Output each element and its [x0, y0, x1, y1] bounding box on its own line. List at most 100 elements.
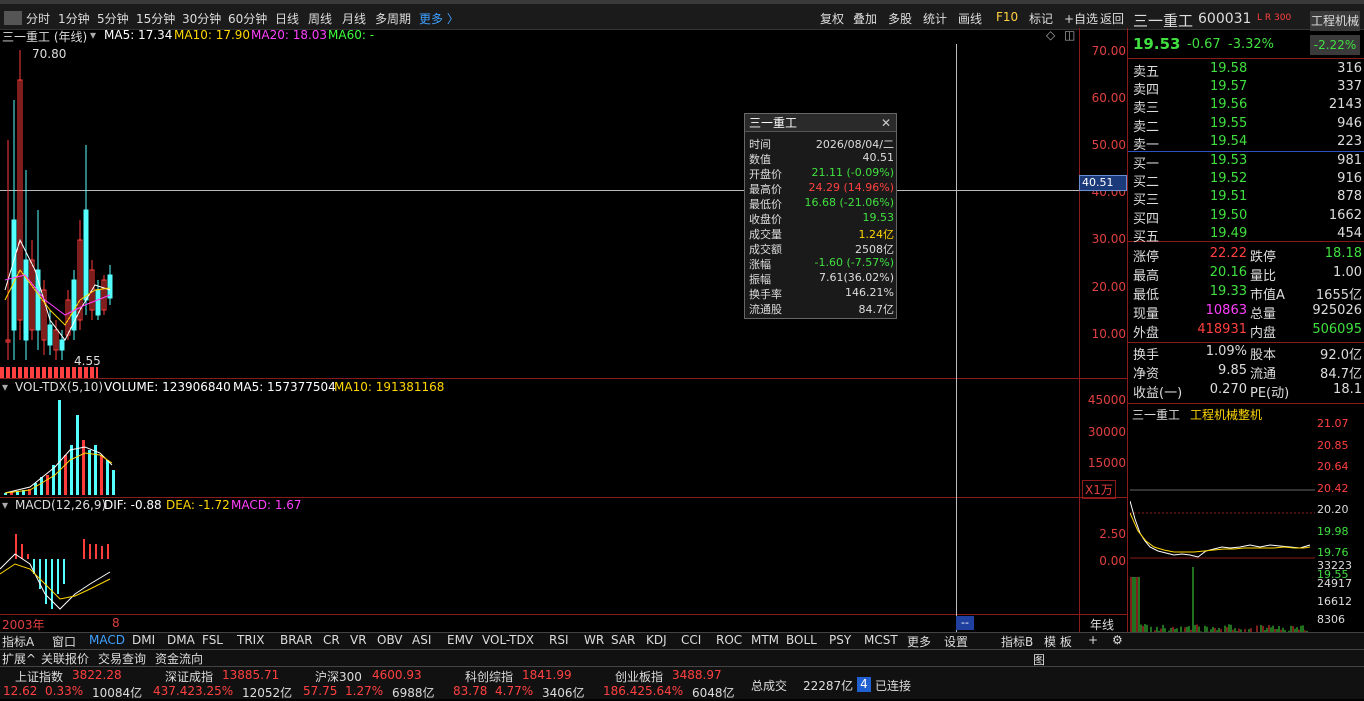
- period-tab[interactable]: 分时: [26, 10, 50, 27]
- indicator-tab[interactable]: CR: [323, 633, 340, 647]
- action-restore-rights[interactable]: 复权: [820, 10, 844, 27]
- action-stats[interactable]: 统计: [923, 10, 947, 27]
- vol-unit: X1万: [1082, 480, 1116, 499]
- period-tab[interactable]: 日线: [275, 10, 299, 27]
- indicator-tab[interactable]: OBV: [377, 633, 403, 647]
- tooltip-key: 流通股: [749, 301, 782, 317]
- indicator-tab[interactable]: DMI: [132, 633, 155, 647]
- indicator-tab[interactable]: CCI: [681, 633, 701, 647]
- bottom-tab[interactable]: 资金流向: [155, 650, 203, 667]
- intraday-mini-chart[interactable]: [1130, 423, 1315, 638]
- order-level-label: 卖一: [1133, 134, 1159, 153]
- candlestick-plot: [0, 40, 130, 380]
- stock-tag: L R 300: [1257, 13, 1291, 23]
- indicator-tab[interactable]: BOLL: [786, 633, 817, 647]
- mini-chart-sector[interactable]: 工程机械整机: [1190, 406, 1262, 423]
- fund-value: 9.85: [1185, 363, 1247, 378]
- right-tab[interactable]: 指标B: [1001, 633, 1033, 650]
- index-value: 13885.71: [222, 668, 279, 682]
- indicator-tab[interactable]: MTM: [751, 633, 779, 647]
- period-tab[interactable]: 15分钟: [136, 10, 175, 27]
- more-periods[interactable]: 更多 〉: [419, 10, 459, 27]
- sector-badge[interactable]: 工程机械: [1310, 11, 1360, 31]
- tooltip-row: 最高价 24.29 (14.96%): [745, 181, 898, 196]
- app-menu-icon[interactable]: [4, 11, 22, 25]
- indicator-tab[interactable]: PSY: [829, 633, 851, 647]
- indicator-tab[interactable]: ASI: [412, 633, 431, 647]
- right-tab[interactable]: 模 板: [1044, 633, 1072, 650]
- order-price: 19.51: [1210, 189, 1247, 204]
- indicator-tab[interactable]: ROC: [716, 633, 742, 647]
- period-label[interactable]: 年线: [1090, 616, 1114, 633]
- indicator-tab[interactable]: EMV: [447, 633, 473, 647]
- indicator-tab[interactable]: SAR: [611, 633, 635, 647]
- period-tab[interactable]: 周线: [308, 10, 332, 27]
- indicator-tab[interactable]: VR: [350, 633, 367, 647]
- fund-label: 收益(一): [1133, 382, 1182, 401]
- tooltip-value: 40.51: [863, 151, 895, 164]
- bottom-tab[interactable]: 交易查询: [98, 650, 146, 667]
- mini-price-tick: 20.42: [1317, 482, 1349, 495]
- indicator-tab[interactable]: 设置: [944, 633, 968, 650]
- tooltip-value: 7.61(36.02%): [819, 271, 894, 284]
- indicator-tab[interactable]: MCST: [864, 633, 898, 647]
- indicator-tab[interactable]: 更多: [907, 633, 931, 650]
- right-tab[interactable]: ⚙: [1112, 633, 1123, 647]
- indicator-tab[interactable]: VOL-TDX: [482, 633, 534, 647]
- right-tab[interactable]: +: [1088, 633, 1098, 647]
- period-tab[interactable]: 1分钟: [58, 10, 90, 27]
- indicator-tab[interactable]: FSL: [202, 633, 223, 647]
- indicator-tab[interactable]: KDJ: [646, 633, 667, 647]
- stat-label: 跌停: [1250, 246, 1276, 265]
- tooltip-row: 换手率 146.21%: [745, 286, 898, 301]
- period-tab[interactable]: 60分钟: [228, 10, 267, 27]
- order-level-label: 卖五: [1133, 61, 1159, 80]
- stock-code: 600031: [1198, 11, 1251, 27]
- indicator-tab[interactable]: 指标A: [2, 633, 34, 650]
- diamond-icon[interactable]: ◇: [1046, 28, 1055, 42]
- order-price: 19.53: [1210, 153, 1247, 168]
- order-level-label: 卖二: [1133, 116, 1159, 135]
- stat-value: 19.33: [1195, 284, 1247, 299]
- bottom-tab[interactable]: 关联报价: [41, 650, 89, 667]
- period-tab[interactable]: 多周期: [375, 10, 411, 27]
- tooltip-row: 收盘价 19.53: [745, 211, 898, 226]
- action-draw[interactable]: 画线: [958, 10, 982, 27]
- kline-chart-area[interactable]: [0, 28, 1128, 632]
- action-add-watchlist[interactable]: +自选: [1064, 10, 1098, 27]
- period-tab[interactable]: 5分钟: [97, 10, 129, 27]
- action-f10[interactable]: F10: [996, 10, 1018, 24]
- indicator-tab[interactable]: 窗口: [52, 633, 76, 650]
- bottom-tab-bar: [0, 649, 1364, 666]
- action-overlay[interactable]: 叠加: [853, 10, 877, 27]
- period-tab[interactable]: 月线: [342, 10, 366, 27]
- chevron-down-icon[interactable]: ▾: [2, 498, 8, 512]
- macd-tick: 2.50: [1099, 527, 1126, 541]
- crosshair-vertical: [956, 44, 957, 632]
- stat-value: 22.22: [1195, 246, 1247, 261]
- vol-ma5: MA5: 157377504: [233, 380, 336, 394]
- order-qty: 316: [1337, 61, 1362, 76]
- indicator-tab[interactable]: TRIX: [237, 633, 264, 647]
- action-back[interactable]: 返回: [1100, 10, 1124, 27]
- panel-toggle-icon[interactable]: ◫: [1064, 28, 1075, 42]
- crosshair-value-box: 40.51: [1079, 175, 1127, 191]
- vol-tick: 15000: [1088, 456, 1126, 470]
- indicator-tab[interactable]: WR: [584, 633, 604, 647]
- x-axis-start: 2003年: [2, 616, 45, 633]
- action-mark[interactable]: 标记: [1029, 10, 1053, 27]
- index-name: 沪深300: [315, 668, 362, 685]
- bottom-tab[interactable]: 扩展^: [2, 650, 36, 667]
- period-tab[interactable]: 30分钟: [182, 10, 221, 27]
- chevron-down-icon[interactable]: ▾: [2, 380, 8, 394]
- indicator-tab[interactable]: DMA: [167, 633, 195, 647]
- action-multi-stock[interactable]: 多股: [888, 10, 912, 27]
- vol-tick: 45000: [1088, 393, 1126, 407]
- indicator-tab[interactable]: RSI: [549, 633, 569, 647]
- indicator-tab[interactable]: MACD: [89, 633, 125, 647]
- index-value: 1841.99: [522, 668, 572, 682]
- index-pct: 4.77%: [495, 684, 533, 698]
- close-icon[interactable]: ✕: [881, 114, 891, 132]
- indicator-tab[interactable]: BRAR: [280, 633, 313, 647]
- x-axis-mark: 8: [112, 616, 120, 630]
